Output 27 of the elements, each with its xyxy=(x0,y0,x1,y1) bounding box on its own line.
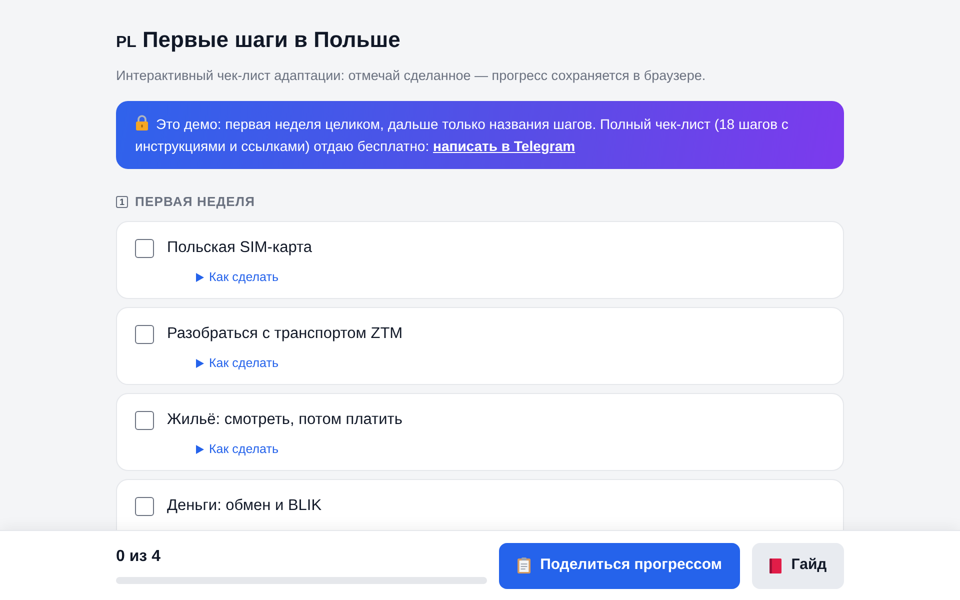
triangle-icon xyxy=(196,272,204,282)
step-title: Деньги: обмен и BLIK xyxy=(167,496,322,516)
clipboard-icon xyxy=(517,557,532,574)
progress-counter: 0 из 4 xyxy=(116,547,162,567)
page-title: Первые шаги в Польше xyxy=(142,26,400,54)
details-toggle[interactable]: Как сделать xyxy=(196,440,278,458)
step-title: Жильё: смотреть, потом платить xyxy=(167,410,402,430)
lock-icon xyxy=(135,115,149,131)
demo-notice-text: Это демо: первая неделя целиком, дальше только названия шагов. Полный чек-лист (18 шагов с инструкциями и ссылками) отдаю бесплатно: написать в Telegram xyxy=(135,114,790,156)
step-title: Разобраться с транспортом ZTM xyxy=(167,324,403,344)
checkbox[interactable] xyxy=(135,324,154,344)
guide-button[interactable]: Гайд xyxy=(752,542,844,588)
details-toggle[interactable]: Как сделать xyxy=(196,268,278,286)
checkbox[interactable] xyxy=(135,410,154,430)
triangle-icon xyxy=(196,358,204,368)
country-code: PL xyxy=(116,33,136,53)
triangle-icon xyxy=(196,444,204,454)
page-subtitle: Интерактивный чек-лист адаптации: отмечай сделанное — прогресс сохраняется в браузере. xyxy=(116,67,707,85)
book-icon xyxy=(769,558,782,574)
step-title: Польская SIM-карта xyxy=(167,238,312,258)
telegram-link[interactable]: написать в Telegram xyxy=(433,138,576,154)
number-badge: 1 xyxy=(116,196,128,208)
details-toggle[interactable]: Как сделать xyxy=(196,354,278,372)
share-progress-button[interactable]: Поделиться прогрессом xyxy=(499,542,740,588)
checkbox[interactable] xyxy=(135,496,154,516)
section-heading: ПЕРВАЯ НЕДЕЛЯ xyxy=(135,193,256,212)
checkbox[interactable] xyxy=(135,238,154,258)
